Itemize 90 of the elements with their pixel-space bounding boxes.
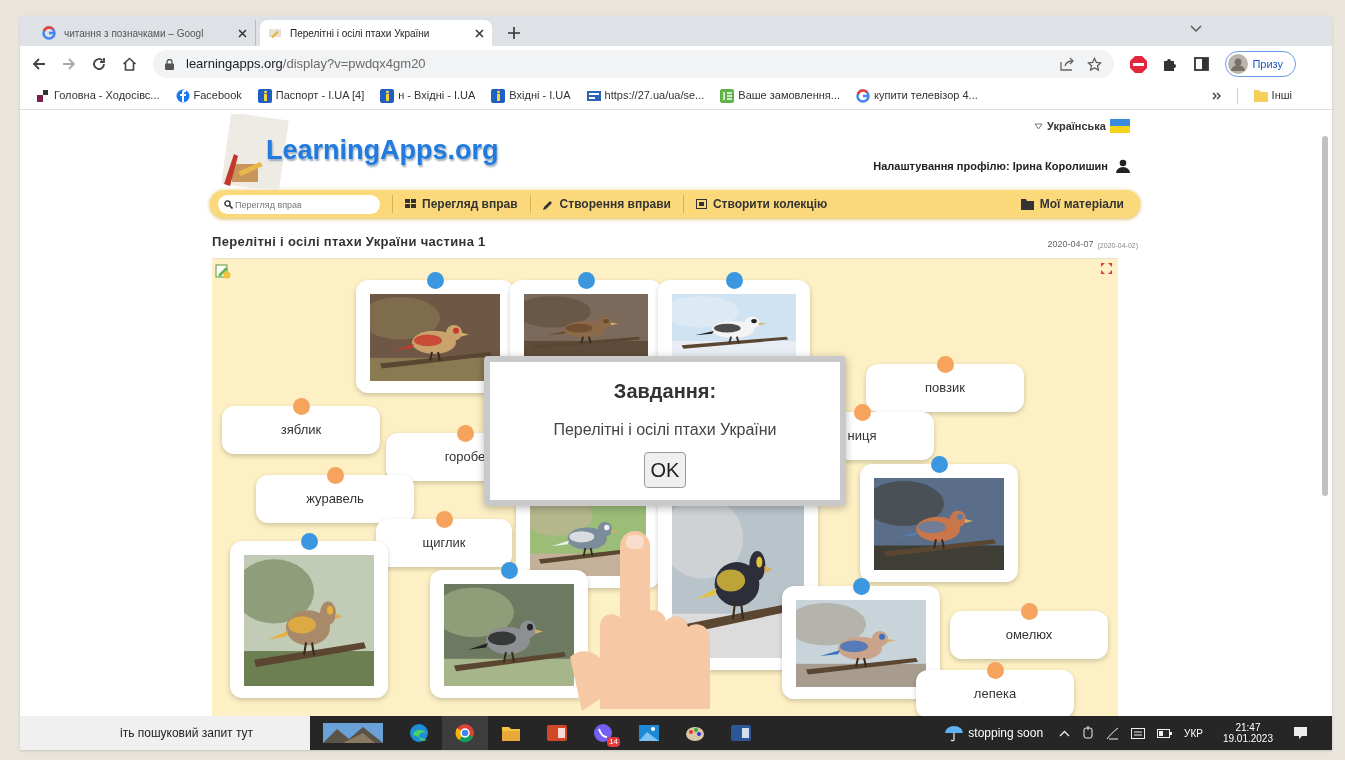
- bookmark[interactable]: купити телевізор 4...: [856, 87, 978, 104]
- browser-icon[interactable]: [455, 723, 475, 743]
- word-card[interactable]: омелюх: [950, 610, 1108, 659]
- dropdown-icon[interactable]: [1034, 122, 1043, 130]
- word-card[interactable]: лепека: [916, 669, 1074, 716]
- slides-icon[interactable]: [547, 723, 567, 743]
- close-icon[interactable]: [238, 28, 247, 38]
- url-text: learningapps.org/display?v=pwdqx4gm20: [186, 55, 426, 74]
- nav-link[interactable]: Перегляд вправ: [393, 195, 530, 213]
- bookmark[interactable]: https://27.ua/ua/se...: [586, 87, 705, 104]
- ok-button[interactable]: OK: [643, 451, 687, 488]
- search-icon: [224, 199, 233, 209]
- image-icon[interactable]: [639, 723, 659, 743]
- photo-card[interactable]: [356, 279, 514, 393]
- taskbar-search-field[interactable]: іть пошуковий запит тут: [20, 716, 310, 750]
- folder-icon: [1253, 88, 1268, 103]
- word-card[interactable]: журавель: [256, 474, 414, 523]
- puzzle-icon[interactable]: [1163, 56, 1179, 72]
- keyboard-icon[interactable]: [1131, 727, 1146, 739]
- dialog-title: Завдання:: [613, 378, 717, 404]
- browser-tab[interactable]: Перелітні і осілі птахи України: [260, 20, 492, 46]
- search-field[interactable]: Перегляд вправ: [218, 195, 380, 214]
- close-icon[interactable]: [475, 28, 484, 38]
- document-icon[interactable]: [731, 723, 751, 743]
- share-icon[interactable]: [1060, 57, 1076, 71]
- nav-link[interactable]: Мої матеріали: [1020, 195, 1132, 213]
- profile-link[interactable]: Налаштування профілю: Ірина Королишин: [873, 158, 1108, 175]
- google-icon: [42, 26, 56, 40]
- photo-card[interactable]: [230, 540, 388, 698]
- chevron-up-icon[interactable]: [1059, 729, 1071, 737]
- photo-card[interactable]: [430, 569, 588, 698]
- bookmark[interactable]: Facebook: [175, 87, 242, 104]
- language-indicator[interactable]: УКР: [1184, 725, 1203, 741]
- bookmark[interactable]: Вхідні - I.UA: [491, 87, 571, 104]
- side-panel-icon[interactable]: [1194, 57, 1210, 71]
- umbrella-icon[interactable]: [944, 724, 965, 742]
- pencil-icon: [542, 198, 554, 210]
- landscape-icon[interactable]: [323, 723, 383, 743]
- photo-card[interactable]: [860, 463, 1018, 582]
- weather-text[interactable]: stopping soon: [968, 724, 1044, 742]
- nav-link[interactable]: Створення вправи: [530, 195, 683, 213]
- nav-link[interactable]: Створити колекцію: [683, 195, 840, 213]
- fullscreen-icon[interactable]: [1101, 262, 1112, 274]
- notification-icon[interactable]: [1293, 726, 1308, 740]
- pen-icon[interactable]: [1106, 726, 1120, 740]
- double-chevron-icon[interactable]: [1211, 91, 1221, 100]
- stop-sign-icon[interactable]: [1130, 55, 1148, 73]
- pencil-icon: [268, 26, 282, 40]
- collection-icon: [695, 198, 707, 210]
- word-card[interactable]: повзик: [866, 363, 1024, 412]
- clock[interactable]: 21:47 19.01.2023: [1222, 722, 1273, 744]
- home-icon[interactable]: [122, 57, 137, 71]
- plus-icon[interactable]: [508, 27, 520, 39]
- battery-icon[interactable]: [1157, 728, 1173, 738]
- user-icon[interactable]: [1116, 159, 1130, 174]
- page-title: Перелітні і осілі птахи України частина 1: [212, 233, 486, 251]
- back-icon[interactable]: [32, 57, 46, 71]
- date-text: 2020-04-07: [1047, 238, 1094, 251]
- star-icon[interactable]: [1087, 56, 1103, 72]
- bookmark-folder[interactable]: Інші: [1253, 87, 1292, 104]
- list-icon: [720, 88, 735, 103]
- photo-card[interactable]: [782, 585, 940, 699]
- reload-icon[interactable]: [92, 57, 106, 71]
- google-icon: [856, 88, 870, 103]
- language-selector[interactable]: Українська: [1047, 118, 1106, 135]
- dialog-text: Перелітні і осілі птахи України: [553, 419, 777, 440]
- network-icon[interactable]: [1082, 726, 1095, 740]
- newspaper-icon: [586, 88, 601, 103]
- wave-icon[interactable]: [409, 723, 429, 743]
- grid-icon: [405, 198, 416, 210]
- word-card[interactable]: щиглик: [376, 518, 512, 567]
- chevron-down-icon[interactable]: [1190, 25, 1202, 32]
- info-icon: [491, 88, 506, 103]
- info-icon: [380, 88, 395, 103]
- edit-help-icon[interactable]: [215, 262, 231, 279]
- bookmark[interactable]: Паспорт - I.UA [4]: [257, 87, 365, 104]
- bookmark[interactable]: н - Вхідні - I.UA: [380, 87, 476, 104]
- word-card[interactable]: зяблик: [222, 405, 380, 454]
- notification-badge: 14: [607, 737, 620, 747]
- blocks-icon: [36, 88, 50, 103]
- bookmark[interactable]: Ваше замовлення...: [720, 87, 840, 104]
- avatar-icon: [1228, 54, 1249, 74]
- lock-icon: [165, 58, 174, 70]
- facebook-icon: [175, 88, 190, 103]
- address-bar[interactable]: learningapps.org/display?v=pwdqx4gm20: [153, 50, 1115, 78]
- flag-icon: [1110, 119, 1130, 134]
- site-logo[interactable]: LearningApps.org: [266, 130, 499, 171]
- folder-icon: [1020, 198, 1034, 210]
- info-icon: [257, 88, 272, 103]
- bookmark[interactable]: Головна - Ходосівс...: [36, 87, 160, 104]
